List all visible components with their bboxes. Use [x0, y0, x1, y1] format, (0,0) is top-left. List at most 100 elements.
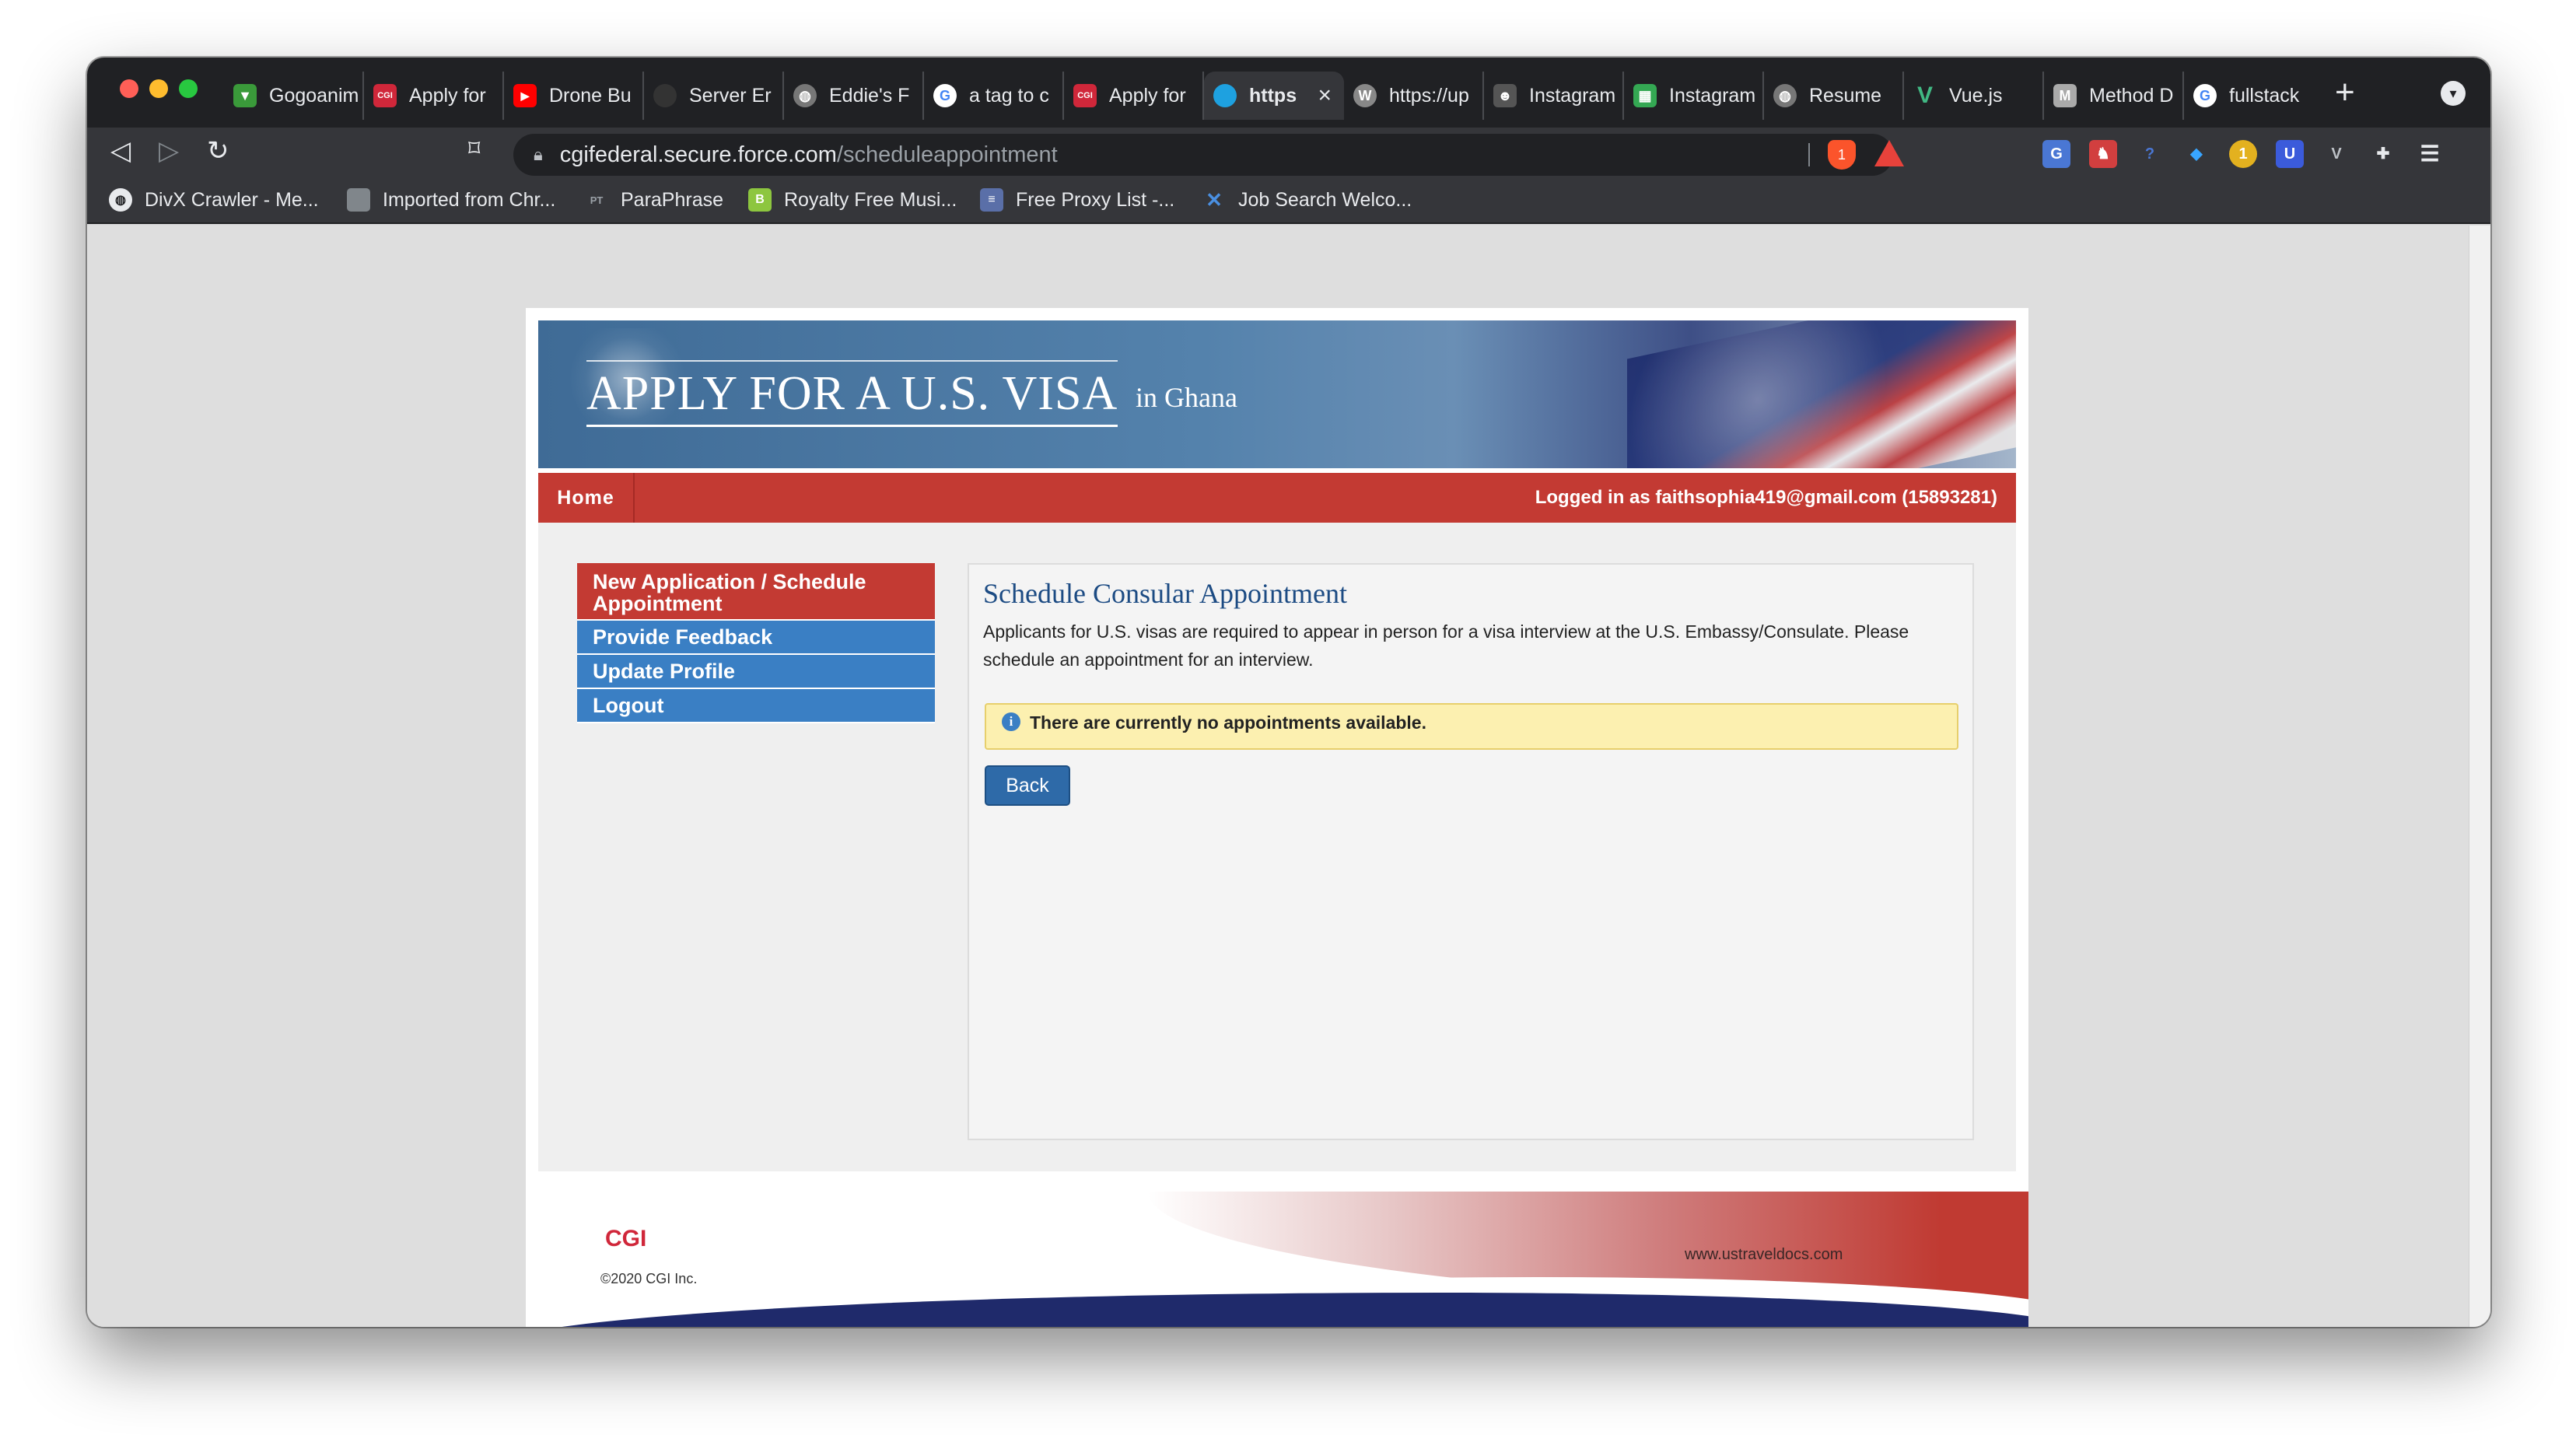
logged-in-user: Logged in as faithsophia419@gmail.com (1…	[1535, 487, 1997, 508]
site-nav-bar: Home Logged in as faithsophia419@gmail.c…	[538, 471, 2016, 523]
bookmarks-bar: ◍ DivX Crawler - Me... Imported from Chr…	[87, 180, 2490, 224]
bookmark-imported[interactable]: Imported from Chr...	[347, 188, 555, 212]
tab-fullstack[interactable]: G fullstack	[2184, 72, 2324, 120]
copyright-text: ©2020 CGI Inc.	[600, 1271, 698, 1286]
site-banner: APPLY FOR A U.S. VISA in Ghana	[538, 320, 2016, 468]
people-icon: ☻	[1493, 84, 1517, 107]
bookmark-icon[interactable]: ⌑	[468, 135, 480, 163]
bookmark-royalty-free[interactable]: B Royalty Free Musi...	[748, 188, 957, 212]
side-menu: New Application / Schedule Appointment P…	[577, 563, 935, 723]
menu-icon[interactable]: ☰	[2416, 140, 2444, 168]
tab-label: Apply for	[1109, 84, 1186, 107]
tab-label: Eddie's F	[829, 84, 910, 107]
google-icon: G	[2193, 84, 2217, 107]
tab-instagram-1[interactable]: ☻ Instagram	[1484, 72, 1624, 120]
minimize-window-button[interactable]	[149, 79, 168, 98]
new-tab-button[interactable]: +	[2335, 73, 2355, 112]
menu-provide-feedback[interactable]: Provide Feedback	[577, 621, 935, 655]
alert-message: There are currently no appointments avai…	[1030, 712, 1426, 733]
browser-toolbar: ◁ ▷ ↻ ⌑ 🔒︎ cgifederal.secure.force.com/s…	[87, 128, 2490, 180]
banner-title: APPLY FOR A U.S. VISA	[586, 360, 1118, 427]
google-icon: G	[933, 84, 957, 107]
browser-window: ▼ Gogoanim CGI Apply for ▶ Drone Bu Serv…	[87, 58, 2490, 1327]
honey-icon[interactable]: 1	[2229, 140, 2257, 168]
tab-drone[interactable]: ▶ Drone Bu	[504, 72, 644, 120]
back-arrow-icon[interactable]: ◁	[110, 135, 131, 166]
tab-label: https://up	[1389, 84, 1469, 107]
tab-label: Gogoanim	[269, 84, 359, 107]
bookmark-badge: B	[755, 193, 765, 206]
bookmark-paraphrase[interactable]: PT ParaPhrase	[585, 188, 723, 212]
bookmark-label: Free Proxy List -...	[1016, 188, 1175, 211]
close-tab-icon[interactable]: ×	[1318, 82, 1332, 109]
tab-server-error[interactable]: Server Er	[644, 72, 784, 120]
bookmark-label: Imported from Chr...	[383, 188, 556, 211]
sheets-icon: ▦	[1633, 84, 1657, 107]
close-window-button[interactable]	[120, 79, 138, 98]
globe-icon: ◍	[793, 84, 817, 107]
tab-apply-visa-2[interactable]: CGI Apply for	[1064, 72, 1204, 120]
address-bar[interactable]: 🔒︎ cgifederal.secure.force.com/schedulea…	[513, 134, 1904, 176]
tab-apply-visa[interactable]: CGI Apply for	[364, 72, 504, 120]
tab-label: Drone Bu	[549, 84, 632, 107]
url-host: cgifederal.secure.force.com	[559, 142, 837, 167]
info-icon: i	[1002, 712, 1020, 731]
home-link[interactable]: Home	[538, 473, 635, 523]
maximize-window-button[interactable]	[179, 79, 198, 98]
wikipedia-icon: W	[1353, 84, 1377, 107]
content-area: New Application / Schedule Appointment P…	[538, 523, 2016, 1171]
brave-shield-icon[interactable]: 1	[1828, 140, 1856, 170]
tab-bar: ▼ Gogoanim CGI Apply for ▶ Drone Bu Serv…	[87, 58, 2490, 128]
folder-icon	[347, 188, 370, 212]
brave-rewards-icon[interactable]	[1874, 140, 1904, 166]
cgi-icon: CGI	[1073, 84, 1097, 107]
banner-country: in Ghana	[1136, 382, 1237, 413]
lock-icon: 🔒︎	[534, 145, 543, 164]
url-path: /scheduleappointment	[836, 142, 1058, 167]
tab-search-icon[interactable]: ▾	[2441, 81, 2466, 106]
tab-vuejs[interactable]: V Vue.js	[1904, 72, 2044, 120]
tab-resume[interactable]: ◍ Resume	[1764, 72, 1904, 120]
tab-gogoanime[interactable]: ▼ Gogoanim	[224, 72, 364, 120]
shield-badge: 1	[1837, 147, 1846, 163]
tab-a-tag[interactable]: G a tag to c	[924, 72, 1064, 120]
scrollbar[interactable]	[2469, 226, 2490, 1327]
visa-site: APPLY FOR A U.S. VISA in Ghana Home Logg…	[526, 308, 2028, 1327]
appointment-panel: Schedule Consular Appointment Applicants…	[968, 563, 1974, 1140]
extension-red-icon[interactable]: ♞	[2089, 140, 2117, 168]
tab-method[interactable]: M Method D	[2044, 72, 2184, 120]
tab-label: Instagram	[1529, 84, 1616, 107]
menu-update-profile[interactable]: Update Profile	[577, 655, 935, 689]
tab-eddies[interactable]: ◍ Eddie's F	[784, 72, 924, 120]
tab-label: Method D	[2089, 84, 2174, 107]
vimium-icon[interactable]: V	[2322, 140, 2350, 168]
help-icon[interactable]: ?	[2136, 140, 2164, 168]
bookmark-label: Royalty Free Musi...	[784, 188, 957, 211]
bookmark-job-search[interactable]: ✕ Job Search Welco...	[1202, 188, 1412, 212]
youtube-icon: ▶	[513, 84, 537, 107]
tab-instagram-2[interactable]: ▦ Instagram	[1624, 72, 1764, 120]
diamond-icon[interactable]: ◆	[2182, 140, 2210, 168]
vue-icon: V	[1916, 82, 1933, 108]
flag-decoration	[1627, 320, 2016, 468]
shield-ext-icon[interactable]: U	[2276, 140, 2304, 168]
reload-icon[interactable]: ↻	[207, 135, 229, 166]
github-icon	[653, 84, 677, 107]
divider	[1808, 143, 1810, 166]
tab-upwork[interactable]: W https://up	[1344, 72, 1484, 120]
tab-active-salesforce[interactable]: https ×	[1204, 72, 1344, 120]
bookmark-divx[interactable]: ◍ DivX Crawler - Me...	[109, 188, 319, 212]
back-button[interactable]: Back	[985, 765, 1070, 806]
proxy-icon: ≡	[980, 188, 1003, 212]
tab-label: Instagram	[1669, 84, 1756, 107]
menu-new-application[interactable]: New Application / Schedule Appointment	[577, 563, 935, 621]
google-translate-icon[interactable]: G	[2042, 140, 2070, 168]
puzzle-icon[interactable]: ✚	[2369, 140, 2397, 168]
bookmark-proxy[interactable]: ≡ Free Proxy List -...	[980, 188, 1174, 212]
bookmark-label: Job Search Welco...	[1238, 188, 1412, 211]
tab-label: Vue.js	[1949, 84, 2003, 107]
medium-icon: M	[2053, 84, 2077, 107]
cgi-logo: CGI	[605, 1226, 647, 1251]
forward-arrow-icon[interactable]: ▷	[159, 135, 179, 166]
menu-logout[interactable]: Logout	[577, 689, 935, 723]
